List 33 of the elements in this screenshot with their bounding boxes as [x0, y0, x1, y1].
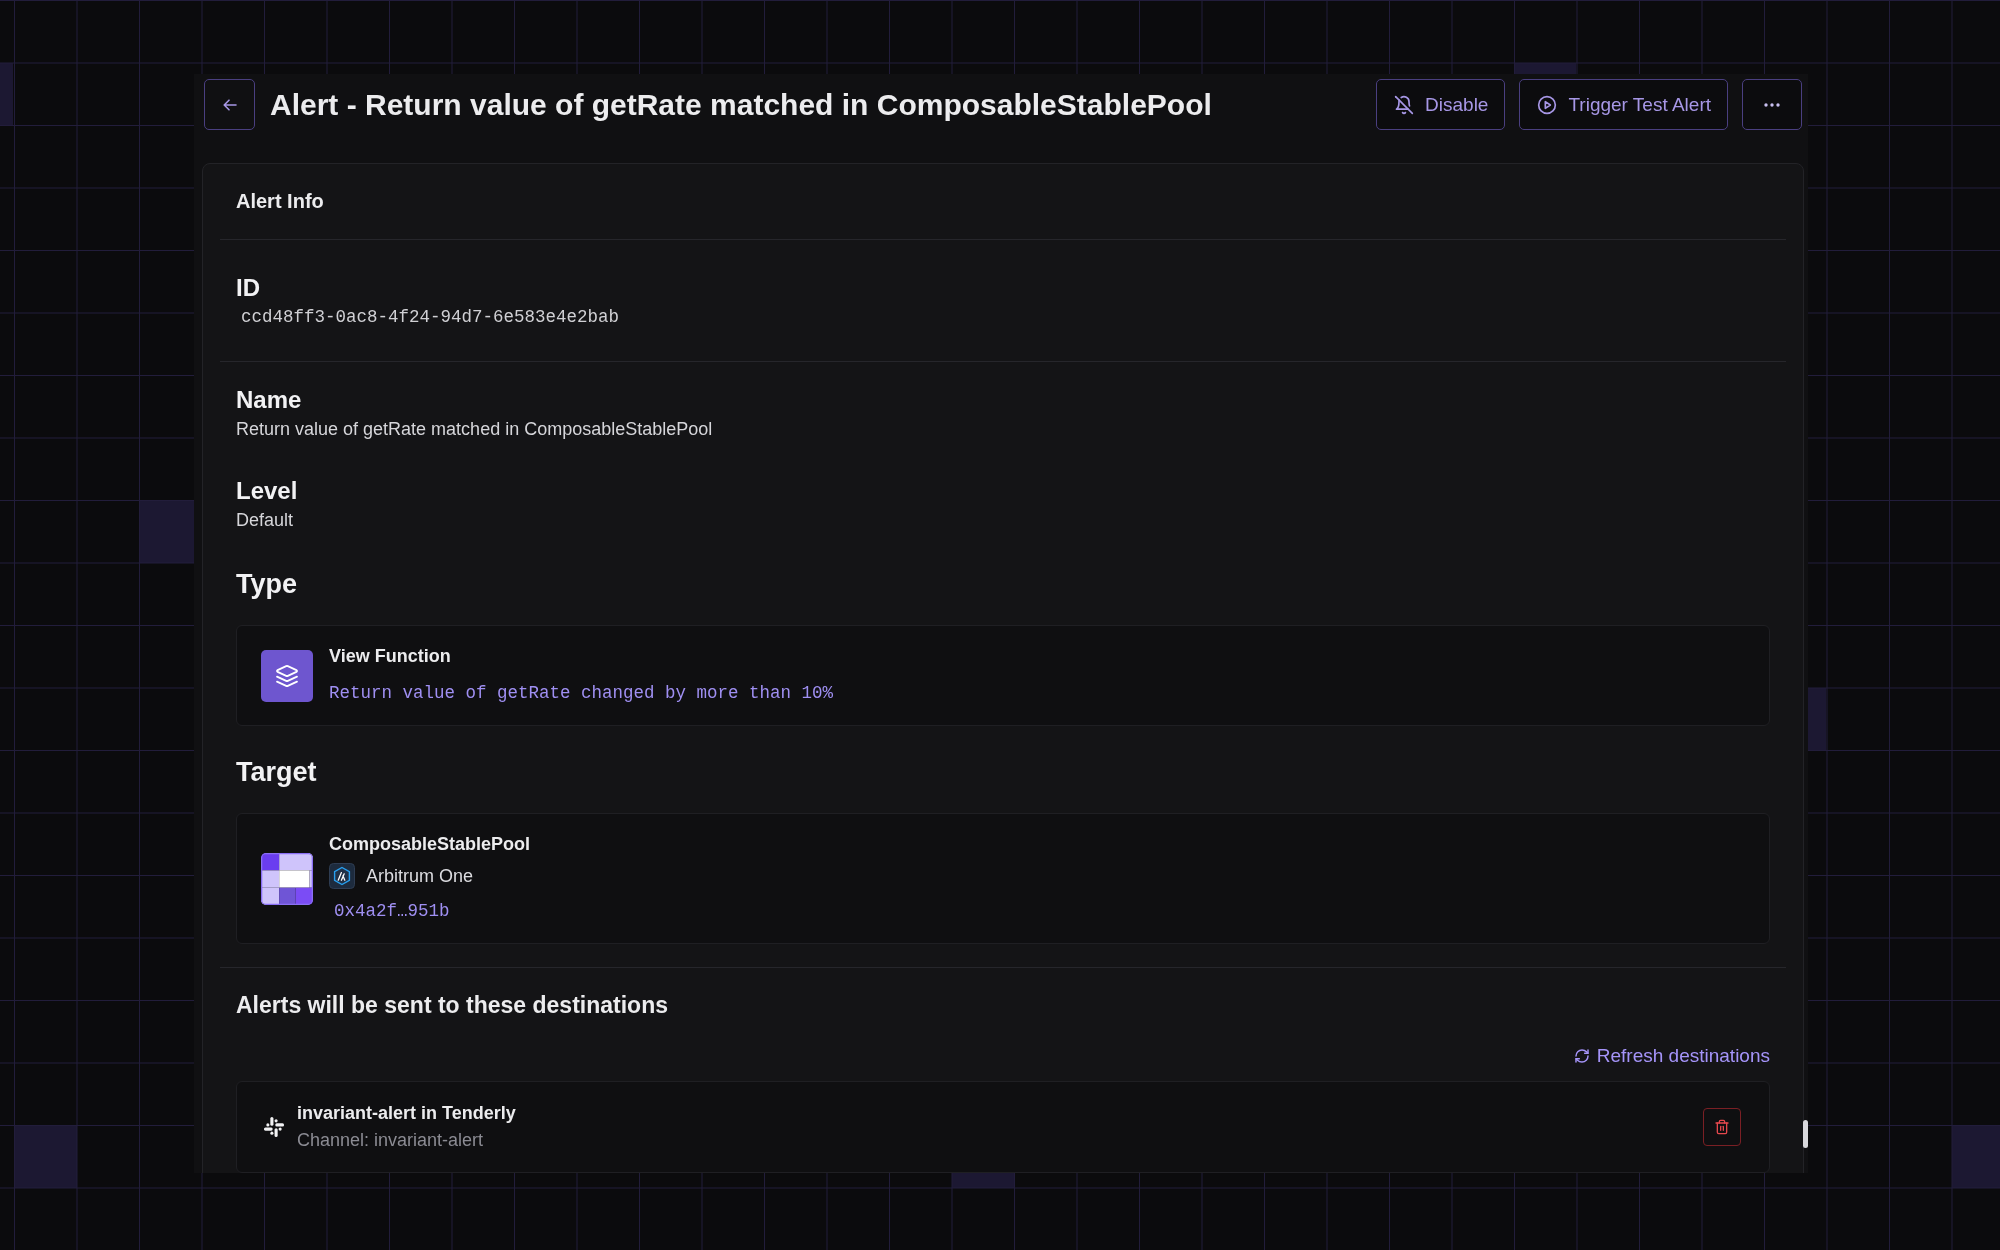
field-label: Level: [236, 476, 299, 506]
network-name: Arbitrum One: [366, 865, 474, 887]
page-title: Alert - Return value of getRate matched in ComposableStablePool: [270, 86, 1213, 123]
field-value: Return value of getRate matched in ComposableStablePool: [236, 418, 714, 441]
layers-icon: [261, 650, 313, 702]
section-heading: Type: [236, 568, 298, 601]
destination-name: invariant-alert in Tenderly: [297, 1102, 517, 1125]
play-circle-icon: [1537, 94, 1558, 115]
refresh-icon: [1573, 1048, 1590, 1064]
contract-name: ComposableStablePool: [329, 833, 531, 856]
field-label: Name: [236, 385, 303, 415]
scrollbar-thumb[interactable]: [1803, 1120, 1808, 1148]
arrow-left-icon: [222, 98, 237, 111]
destination-channel: Channel: invariant-alert: [297, 1129, 485, 1152]
field-value: ccd48ff3-0ac8-4f24-94d7-6e583e4e2bab: [240, 307, 621, 327]
trash-icon: [1714, 1118, 1730, 1135]
bell-off-icon: [1394, 94, 1415, 115]
section-heading: Alerts will be sent to these destinations: [236, 991, 669, 1020]
type-description: Return value of getRate changed by more than 10%: [329, 682, 834, 705]
card-title: Alert Info: [236, 190, 324, 213]
section-heading: Target: [236, 756, 318, 789]
refresh-destinations-link[interactable]: Refresh destinations: [1573, 1044, 1770, 1068]
contract-address: 0x4a2f…951b: [333, 900, 451, 923]
delete-button[interactable]: [1703, 1107, 1741, 1146]
type-name: View Function: [329, 645, 452, 668]
more-icon: [1764, 102, 1780, 107]
field-label: ID: [236, 273, 261, 303]
field-value: Default: [236, 509, 295, 532]
disable-button[interactable]: Disable: [1376, 79, 1506, 130]
pinwheel-logo-icon: [263, 1115, 285, 1138]
trigger-test-alert-button[interactable]: Trigger Test Alert: [1519, 79, 1728, 130]
network-logo-icon: [329, 863, 355, 889]
pixel-avatar-icon: [261, 853, 313, 905]
